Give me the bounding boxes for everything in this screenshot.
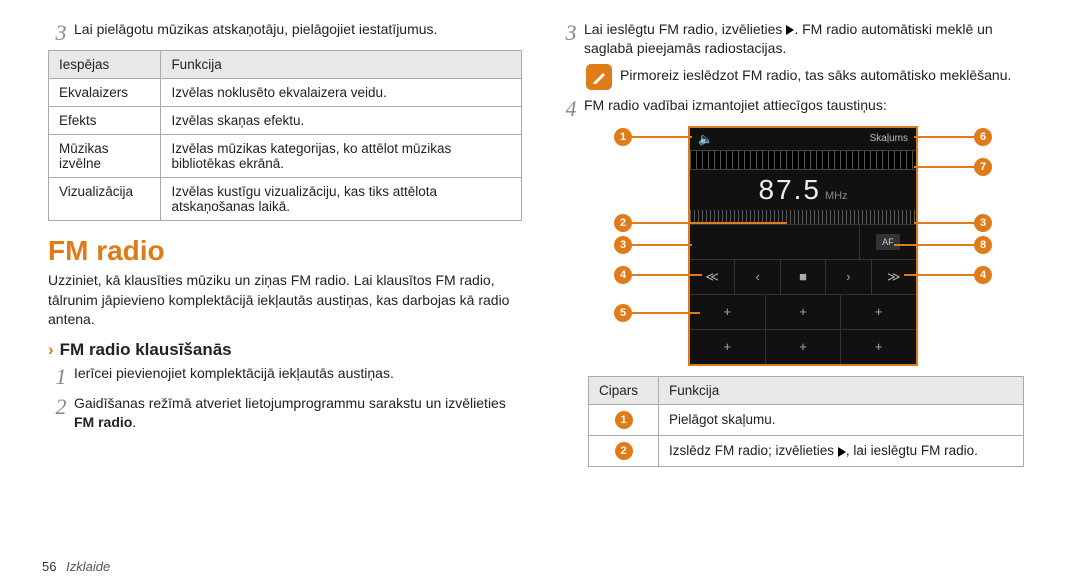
add-preset-icon: + — [766, 330, 842, 364]
col-header-number: Cipars — [589, 376, 659, 404]
preset-row-1: + + + — [690, 294, 916, 329]
table-row: Efekts Izvēlas skaņas efektu. — [49, 107, 522, 135]
tuning-dial — [690, 150, 916, 170]
prev-seek-icon: ≪ — [690, 260, 735, 294]
speaker-icon: 🔈 — [698, 132, 713, 146]
step-text: Lai pielāgotu mūzikas atskaņotāju, pielā… — [74, 20, 522, 39]
table-row: Mūzikas izvēlne Izvēlas mūzikas kategori… — [49, 135, 522, 178]
step-3-left: 3 Lai pielāgotu mūzikas atskaņotāju, pie… — [48, 20, 522, 44]
add-preset-icon: + — [766, 295, 842, 329]
chevron-icon: › — [48, 340, 54, 360]
section-name: Izklaide — [66, 559, 110, 574]
table-row: Ekvalaizers Izvēlas noklusēto ekvalaizer… — [49, 79, 522, 107]
callout-4: 4 — [974, 266, 992, 284]
add-preset-icon: + — [690, 295, 766, 329]
add-preset-icon: + — [841, 295, 916, 329]
subheading-listen: › FM radio klausīšanās — [48, 340, 522, 360]
step-number: 3 — [48, 20, 74, 44]
control-row: ≪ ‹ ■ › ≫ — [690, 259, 916, 294]
step-1: 1 Ierīcei pievienojiet komplektācijā iek… — [48, 364, 522, 388]
table-row: Vizualizācija Izvēlas kustīgu vizualizāc… — [49, 178, 522, 221]
next-icon: › — [826, 260, 871, 294]
fm-radio-intro: Uzziniet, kā klausīties mūziku un ziņas … — [48, 271, 522, 330]
col-header-function: Funkcija — [659, 376, 1024, 404]
preset-row-2: + + + — [690, 329, 916, 364]
play-icon — [838, 447, 846, 457]
options-table: Iespējas Funkcija Ekvalaizers Izvēlas no… — [48, 50, 522, 221]
callout-5: 5 — [614, 304, 632, 322]
callout-6: 6 — [974, 128, 992, 146]
add-preset-icon: + — [690, 330, 766, 364]
callout-2: 2 — [614, 214, 632, 232]
info-row: AF — [690, 224, 916, 259]
step-2: 2 Gaidīšanas režīmā atveriet lietojumpro… — [48, 394, 522, 432]
next-seek-icon: ≫ — [872, 260, 916, 294]
status-text: Skaļums — [870, 133, 908, 144]
table-row: 1 Pielāgot skaļumu. — [589, 404, 1024, 435]
fm-radio-screenshot: 🔈 Skaļums 87.5MHz AF ≪ ‹ ■ › ≫ + + — [638, 126, 968, 366]
callout-8: 8 — [974, 236, 992, 254]
page-footer: 56 Izklaide — [42, 559, 110, 574]
step-3-right: 3 Lai ieslēgtu FM radio, izvēlieties . F… — [558, 20, 1032, 58]
table-row: 2 Izslēdz FM radio; izvēlieties , lai ie… — [589, 435, 1024, 466]
callout-1: 1 — [614, 128, 632, 146]
callout-table: Cipars Funkcija 1 Pielāgot skaļumu. 2 Iz… — [588, 376, 1024, 467]
note-icon — [586, 64, 612, 90]
note: Pirmoreiz ieslēdzot FM radio, tas sāks a… — [586, 64, 1032, 90]
step-4: 4 FM radio vadībai izmantojiet attiecīgo… — [558, 96, 1032, 120]
callout-3: 3 — [974, 214, 992, 232]
col-header-options: Iespējas — [49, 51, 161, 79]
col-header-function: Funkcija — [161, 51, 522, 79]
right-column: 3 Lai ieslēgtu FM radio, izvēlieties . F… — [540, 20, 1050, 576]
frequency-display: 87.5MHz — [690, 170, 916, 210]
fm-screen: 🔈 Skaļums 87.5MHz AF ≪ ‹ ■ › ≫ + + — [688, 126, 918, 366]
af-badge: AF — [876, 234, 900, 250]
stop-icon: ■ — [781, 260, 826, 294]
callout-3: 3 — [614, 236, 632, 254]
add-preset-icon: + — [841, 330, 916, 364]
callout-4: 4 — [614, 266, 632, 284]
prev-icon: ‹ — [735, 260, 780, 294]
left-column: 3 Lai pielāgotu mūzikas atskaņotāju, pie… — [30, 20, 540, 576]
page-number: 56 — [42, 559, 56, 574]
section-heading-fm-radio: FM radio — [48, 235, 522, 267]
callout-7: 7 — [974, 158, 992, 176]
